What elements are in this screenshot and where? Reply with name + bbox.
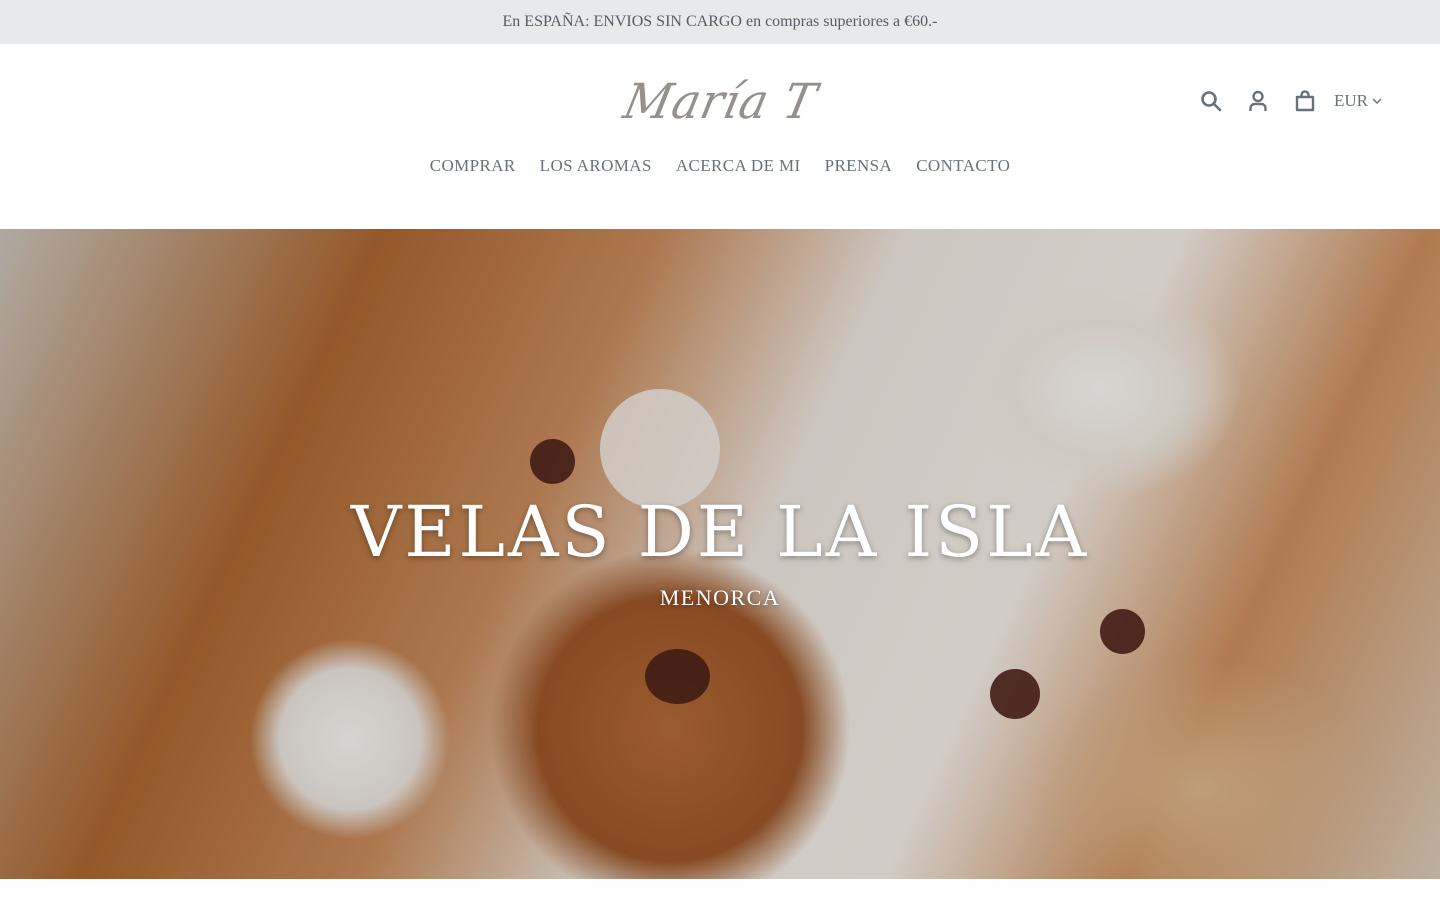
- logo-link[interactable]: María T: [618, 68, 822, 134]
- header-icons: EUR: [1181, 84, 1382, 118]
- hero-banner: VELAS DE LA ISLA MENORCA: [0, 229, 1440, 879]
- currency-value: EUR: [1334, 91, 1368, 110]
- search-button[interactable]: [1194, 84, 1228, 118]
- search-icon: [1201, 91, 1222, 112]
- account-button[interactable]: [1241, 84, 1275, 118]
- nav-item-comprar[interactable]: COMPRAR: [418, 152, 528, 180]
- main-nav: COMPRAR LOS AROMAS ACERCA DE MI PRENSA C…: [0, 152, 1440, 180]
- nav-item-prensa[interactable]: PRENSA: [813, 152, 905, 180]
- announcement-bar: En ESPAÑA: ENVIOS SIN CARGO en compras s…: [0, 0, 1440, 44]
- account-icon: [1249, 90, 1267, 111]
- cart-icon: [1295, 90, 1315, 112]
- announcement-text: En ESPAÑA: ENVIOS SIN CARGO en compras s…: [502, 13, 938, 30]
- hero-title: VELAS DE LA ISLA: [350, 491, 1090, 573]
- hero-subtitle: MENORCA: [659, 585, 781, 610]
- logo: María T: [618, 72, 822, 130]
- site-header: María T EUR COMPRAR LOS AROMAS ACERCA DE…: [0, 44, 1440, 229]
- currency-selector[interactable]: EUR: [1334, 91, 1382, 111]
- cart-button[interactable]: [1288, 84, 1322, 118]
- nav-item-los-aromas[interactable]: LOS AROMAS: [528, 152, 664, 180]
- nav-item-acerca-de-mi[interactable]: ACERCA DE MI: [664, 152, 813, 180]
- nav-item-contacto[interactable]: CONTACTO: [904, 152, 1022, 180]
- chevron-down-icon: [1372, 98, 1382, 105]
